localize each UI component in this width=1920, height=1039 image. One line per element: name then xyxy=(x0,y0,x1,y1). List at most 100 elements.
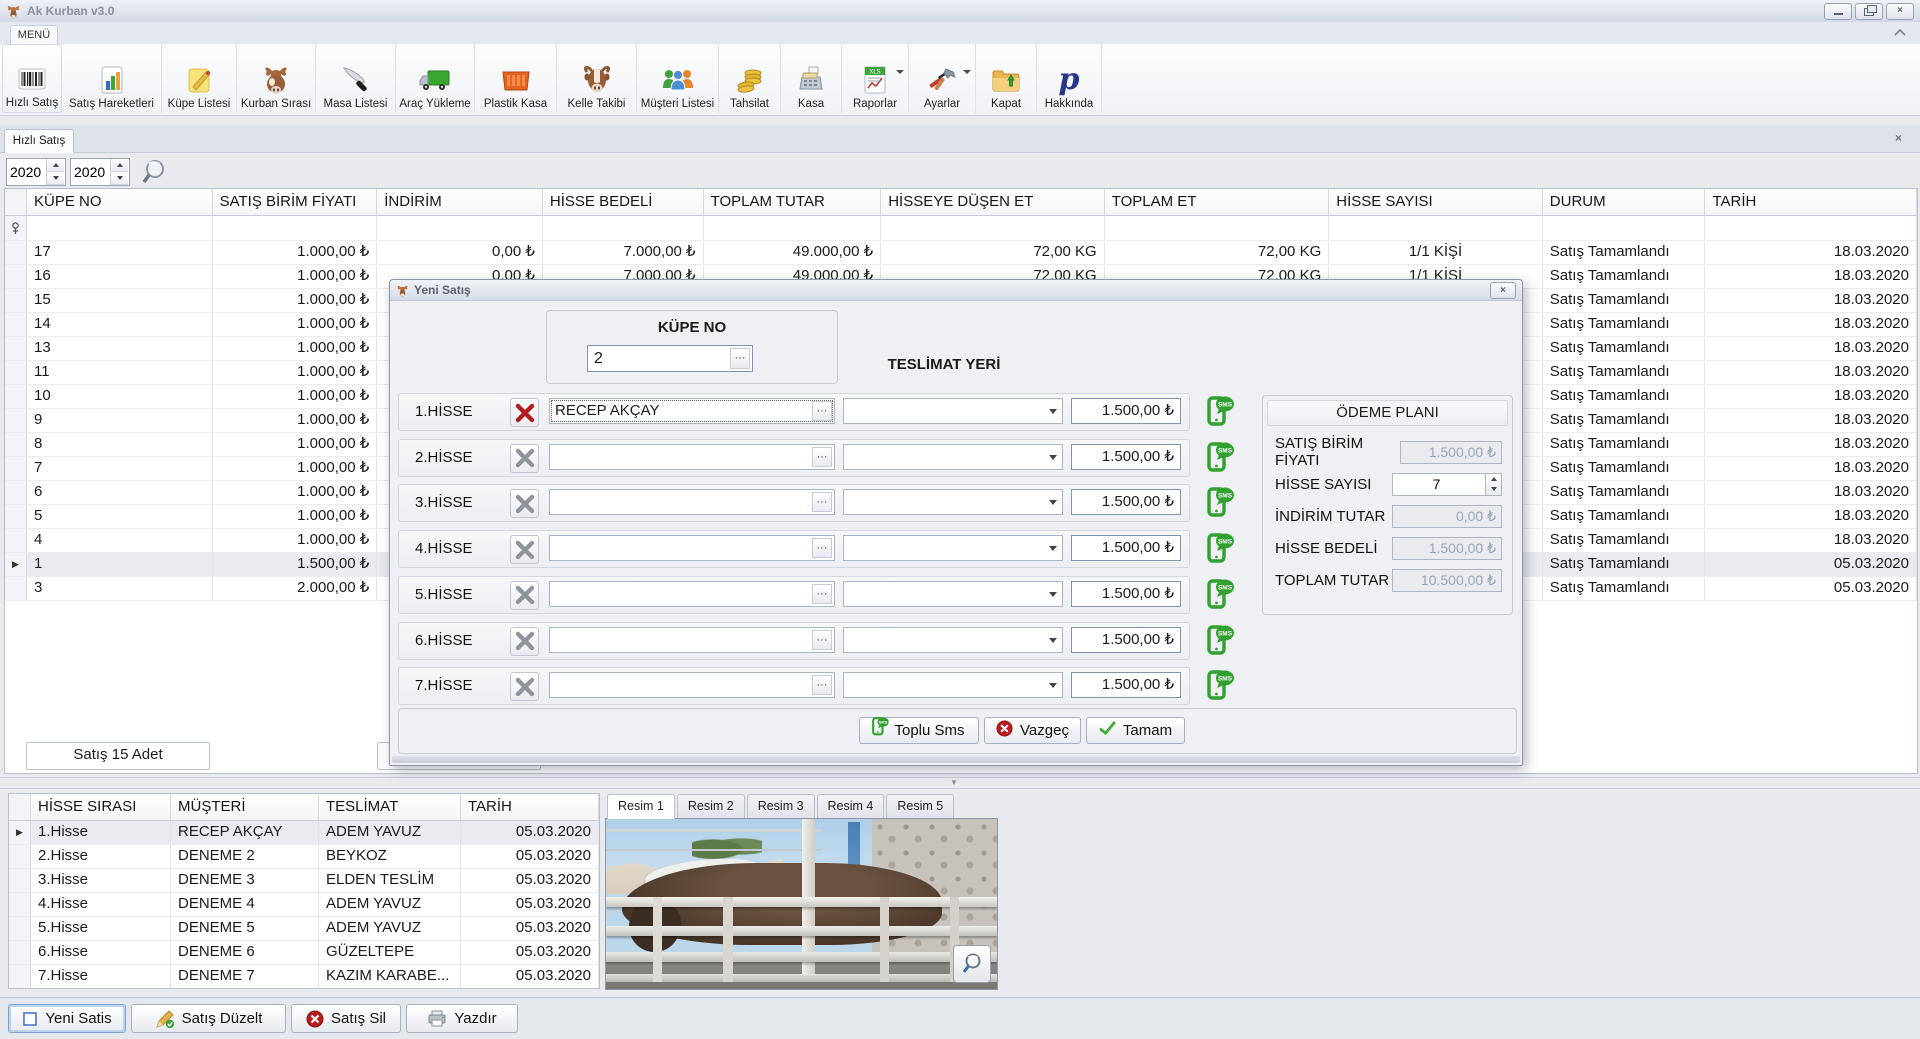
filter-cell[interactable] xyxy=(881,216,1105,240)
grid-filter-row[interactable] xyxy=(5,216,1917,241)
ribbon-button-raporlar[interactable]: XLS Raporlar xyxy=(842,44,909,113)
shares-column-header[interactable]: TESLİMAT xyxy=(319,794,461,820)
customer-name-input[interactable]: ··· xyxy=(549,535,835,562)
delivery-place-select[interactable] xyxy=(843,580,1063,607)
delivery-place-select[interactable] xyxy=(843,398,1063,424)
share-price-input[interactable]: 1.500,00 ₺ xyxy=(1071,443,1181,470)
photo-zoom-button[interactable] xyxy=(953,945,991,983)
dropdown-arrow-icon[interactable] xyxy=(896,70,904,74)
filter-cell[interactable] xyxy=(212,216,378,240)
image-tab-resim-4[interactable]: Resim 4 xyxy=(816,793,885,819)
grid-column-header[interactable]: TOPLAM ET xyxy=(1104,189,1330,215)
ribbon-button-kapat[interactable]: Kapat xyxy=(976,44,1037,113)
ribbon-button-tahsilat[interactable]: Tahsilat xyxy=(719,44,781,113)
sms-icon[interactable]: SMS xyxy=(1205,529,1239,567)
clear-share-button-disabled[interactable] xyxy=(510,672,539,702)
grid-column-header[interactable]: TOPLAM TUTAR xyxy=(703,189,882,215)
filter-cell[interactable] xyxy=(377,216,543,240)
grid-column-header[interactable]: SATIŞ BİRİM FİYATI xyxy=(212,189,378,215)
grid-column-header[interactable]: HİSSE BEDELİ xyxy=(542,189,704,215)
restore-button[interactable] xyxy=(1855,2,1883,20)
customer-lookup-button[interactable]: ··· xyxy=(812,675,832,696)
customer-lookup-button[interactable]: ··· xyxy=(812,583,832,604)
menu-tab[interactable]: MENÜ xyxy=(10,25,58,46)
splitter-collapse-icon[interactable]: ▼ xyxy=(950,778,958,787)
table-row[interactable]: ▶ 1.Hisse RECEP AKÇAY ADEM YAVUZ 05.03.2020 xyxy=(9,821,599,845)
table-row[interactable]: 6.Hisse DENEME 6 GÜZELTEPE 05.03.2020 xyxy=(9,941,599,965)
sms-icon[interactable]: SMS xyxy=(1205,621,1239,659)
image-tab-resim-5[interactable]: Resim 5 xyxy=(886,793,955,819)
table-row[interactable]: 4.Hisse DENEME 4 ADEM YAVUZ 05.03.2020 xyxy=(9,893,599,917)
sms-icon[interactable]: SMS xyxy=(1205,438,1239,476)
customer-lookup-button[interactable]: ··· xyxy=(812,492,832,513)
filter-cell[interactable] xyxy=(1329,216,1543,240)
delivery-place-select[interactable] xyxy=(843,443,1063,470)
grid-column-header[interactable]: KÜPE NO xyxy=(27,189,213,215)
share-price-input[interactable]: 1.500,00 ₺ xyxy=(1071,535,1181,562)
shares-column-header[interactable]: MÜŞTERİ xyxy=(171,794,319,820)
ribbon-button-hakkında[interactable]: p Hakkında xyxy=(1037,44,1102,113)
ribbon-button-müşteri-listesi[interactable]: Müşteri Listesi xyxy=(637,44,719,113)
delivery-place-select[interactable] xyxy=(843,535,1063,562)
year-from-input[interactable] xyxy=(7,159,46,185)
ribbon-button-kurban-sırası[interactable]: Kurban Sırası xyxy=(237,44,316,113)
customer-name-input[interactable]: ··· xyxy=(549,443,835,470)
customer-name-input[interactable]: RECEP AKÇAY ··· xyxy=(549,398,835,424)
shares-column-header[interactable]: HİSSE SIRASI xyxy=(31,794,171,820)
payment-value-input[interactable]: 7 xyxy=(1392,472,1486,496)
table-row[interactable]: 17 1.000,00 ₺ 0,00 ₺ 7.000,00 ₺ 49.000,00 ₺ 7… xyxy=(5,241,1917,265)
filter-cell[interactable] xyxy=(703,216,882,240)
table-row[interactable]: 3.Hisse DENEME 3 ELDEN TESLİM 05.03.2020 xyxy=(9,869,599,893)
payment-spinner[interactable] xyxy=(1486,472,1502,496)
ribbon-button-küpe-listesi[interactable]: Küpe Listesi xyxy=(162,44,237,113)
share-price-input[interactable]: 1.500,00 ₺ xyxy=(1071,672,1181,699)
ribbon-collapse-icon[interactable] xyxy=(1894,26,1906,40)
customer-name-input[interactable]: ··· xyxy=(549,489,835,516)
share-price-input[interactable]: 1.500,00 ₺ xyxy=(1071,626,1181,653)
tab-hizli-satis[interactable]: Hızlı Satış xyxy=(4,129,74,153)
table-row[interactable]: 2.Hisse DENEME 2 BEYKOZ 05.03.2020 xyxy=(9,845,599,869)
customer-lookup-button[interactable]: ··· xyxy=(812,538,832,559)
filter-cell[interactable] xyxy=(1705,216,1917,240)
delivery-place-select[interactable] xyxy=(843,489,1063,516)
year-to-spinner[interactable] xyxy=(70,158,130,186)
ribbon-button-araç-yükleme[interactable]: Araç Yükleme xyxy=(396,44,475,113)
dropdown-arrow-icon[interactable] xyxy=(963,70,971,74)
sms-icon[interactable]: SMS xyxy=(1205,666,1239,704)
customer-name-input[interactable]: ··· xyxy=(549,626,835,653)
clear-share-button-disabled[interactable] xyxy=(510,443,539,473)
close-button[interactable]: × xyxy=(1886,2,1914,20)
satış-düzelt-button[interactable]: Satış Düzelt xyxy=(131,1004,286,1033)
kupe-no-input[interactable]: 2 ··· xyxy=(587,345,753,372)
clear-share-button-disabled[interactable] xyxy=(510,489,539,519)
grid-column-header[interactable]: TARİH xyxy=(1705,189,1917,215)
tamam-button[interactable]: Tamam xyxy=(1086,717,1185,744)
minimize-button[interactable] xyxy=(1824,2,1852,20)
ribbon-button-plastik-kasa[interactable]: Plastik Kasa xyxy=(475,44,557,113)
grid-column-header[interactable]: HİSSEYE DÜŞEN ET xyxy=(881,189,1105,215)
ribbon-button-hızlı-satış[interactable]: Hızlı Satış xyxy=(2,44,62,113)
image-tab-resim-3[interactable]: Resim 3 xyxy=(746,793,815,819)
ribbon-button-kelle-takibi[interactable]: Kelle Takibi xyxy=(557,44,637,113)
year-from-spinner[interactable] xyxy=(6,158,66,186)
share-price-input[interactable]: 1.500,00 ₺ xyxy=(1071,489,1181,516)
kupe-no-ellipsis-button[interactable]: ··· xyxy=(730,348,750,369)
table-row[interactable]: 5.Hisse DENEME 5 ADEM YAVUZ 05.03.2020 xyxy=(9,917,599,941)
clear-share-button-disabled[interactable] xyxy=(510,626,539,656)
satış-sil-button[interactable]: Satış Sil xyxy=(291,1004,401,1033)
customer-name-input[interactable]: ··· xyxy=(549,580,835,607)
dialog-close-button[interactable]: × xyxy=(1490,281,1516,299)
filter-cell[interactable] xyxy=(542,216,704,240)
ribbon-button-ayarlar[interactable]: Ayarlar xyxy=(909,44,976,113)
sms-icon[interactable]: SMS xyxy=(1205,392,1239,430)
customer-lookup-button[interactable]: ··· xyxy=(812,629,832,650)
share-price-input[interactable]: 1.500,00 ₺ xyxy=(1071,398,1181,424)
delivery-place-select[interactable] xyxy=(843,672,1063,699)
customer-lookup-button[interactable]: ··· xyxy=(812,401,832,421)
grid-column-header[interactable]: DURUM xyxy=(1542,189,1706,215)
filter-cell[interactable] xyxy=(27,216,213,240)
customer-lookup-button[interactable]: ··· xyxy=(812,446,832,467)
ribbon-button-masa-listesi[interactable]: Masa Listesi xyxy=(316,44,396,113)
ribbon-button-kasa[interactable]: Kasa xyxy=(781,44,842,113)
clear-share-button-disabled[interactable] xyxy=(510,580,539,610)
